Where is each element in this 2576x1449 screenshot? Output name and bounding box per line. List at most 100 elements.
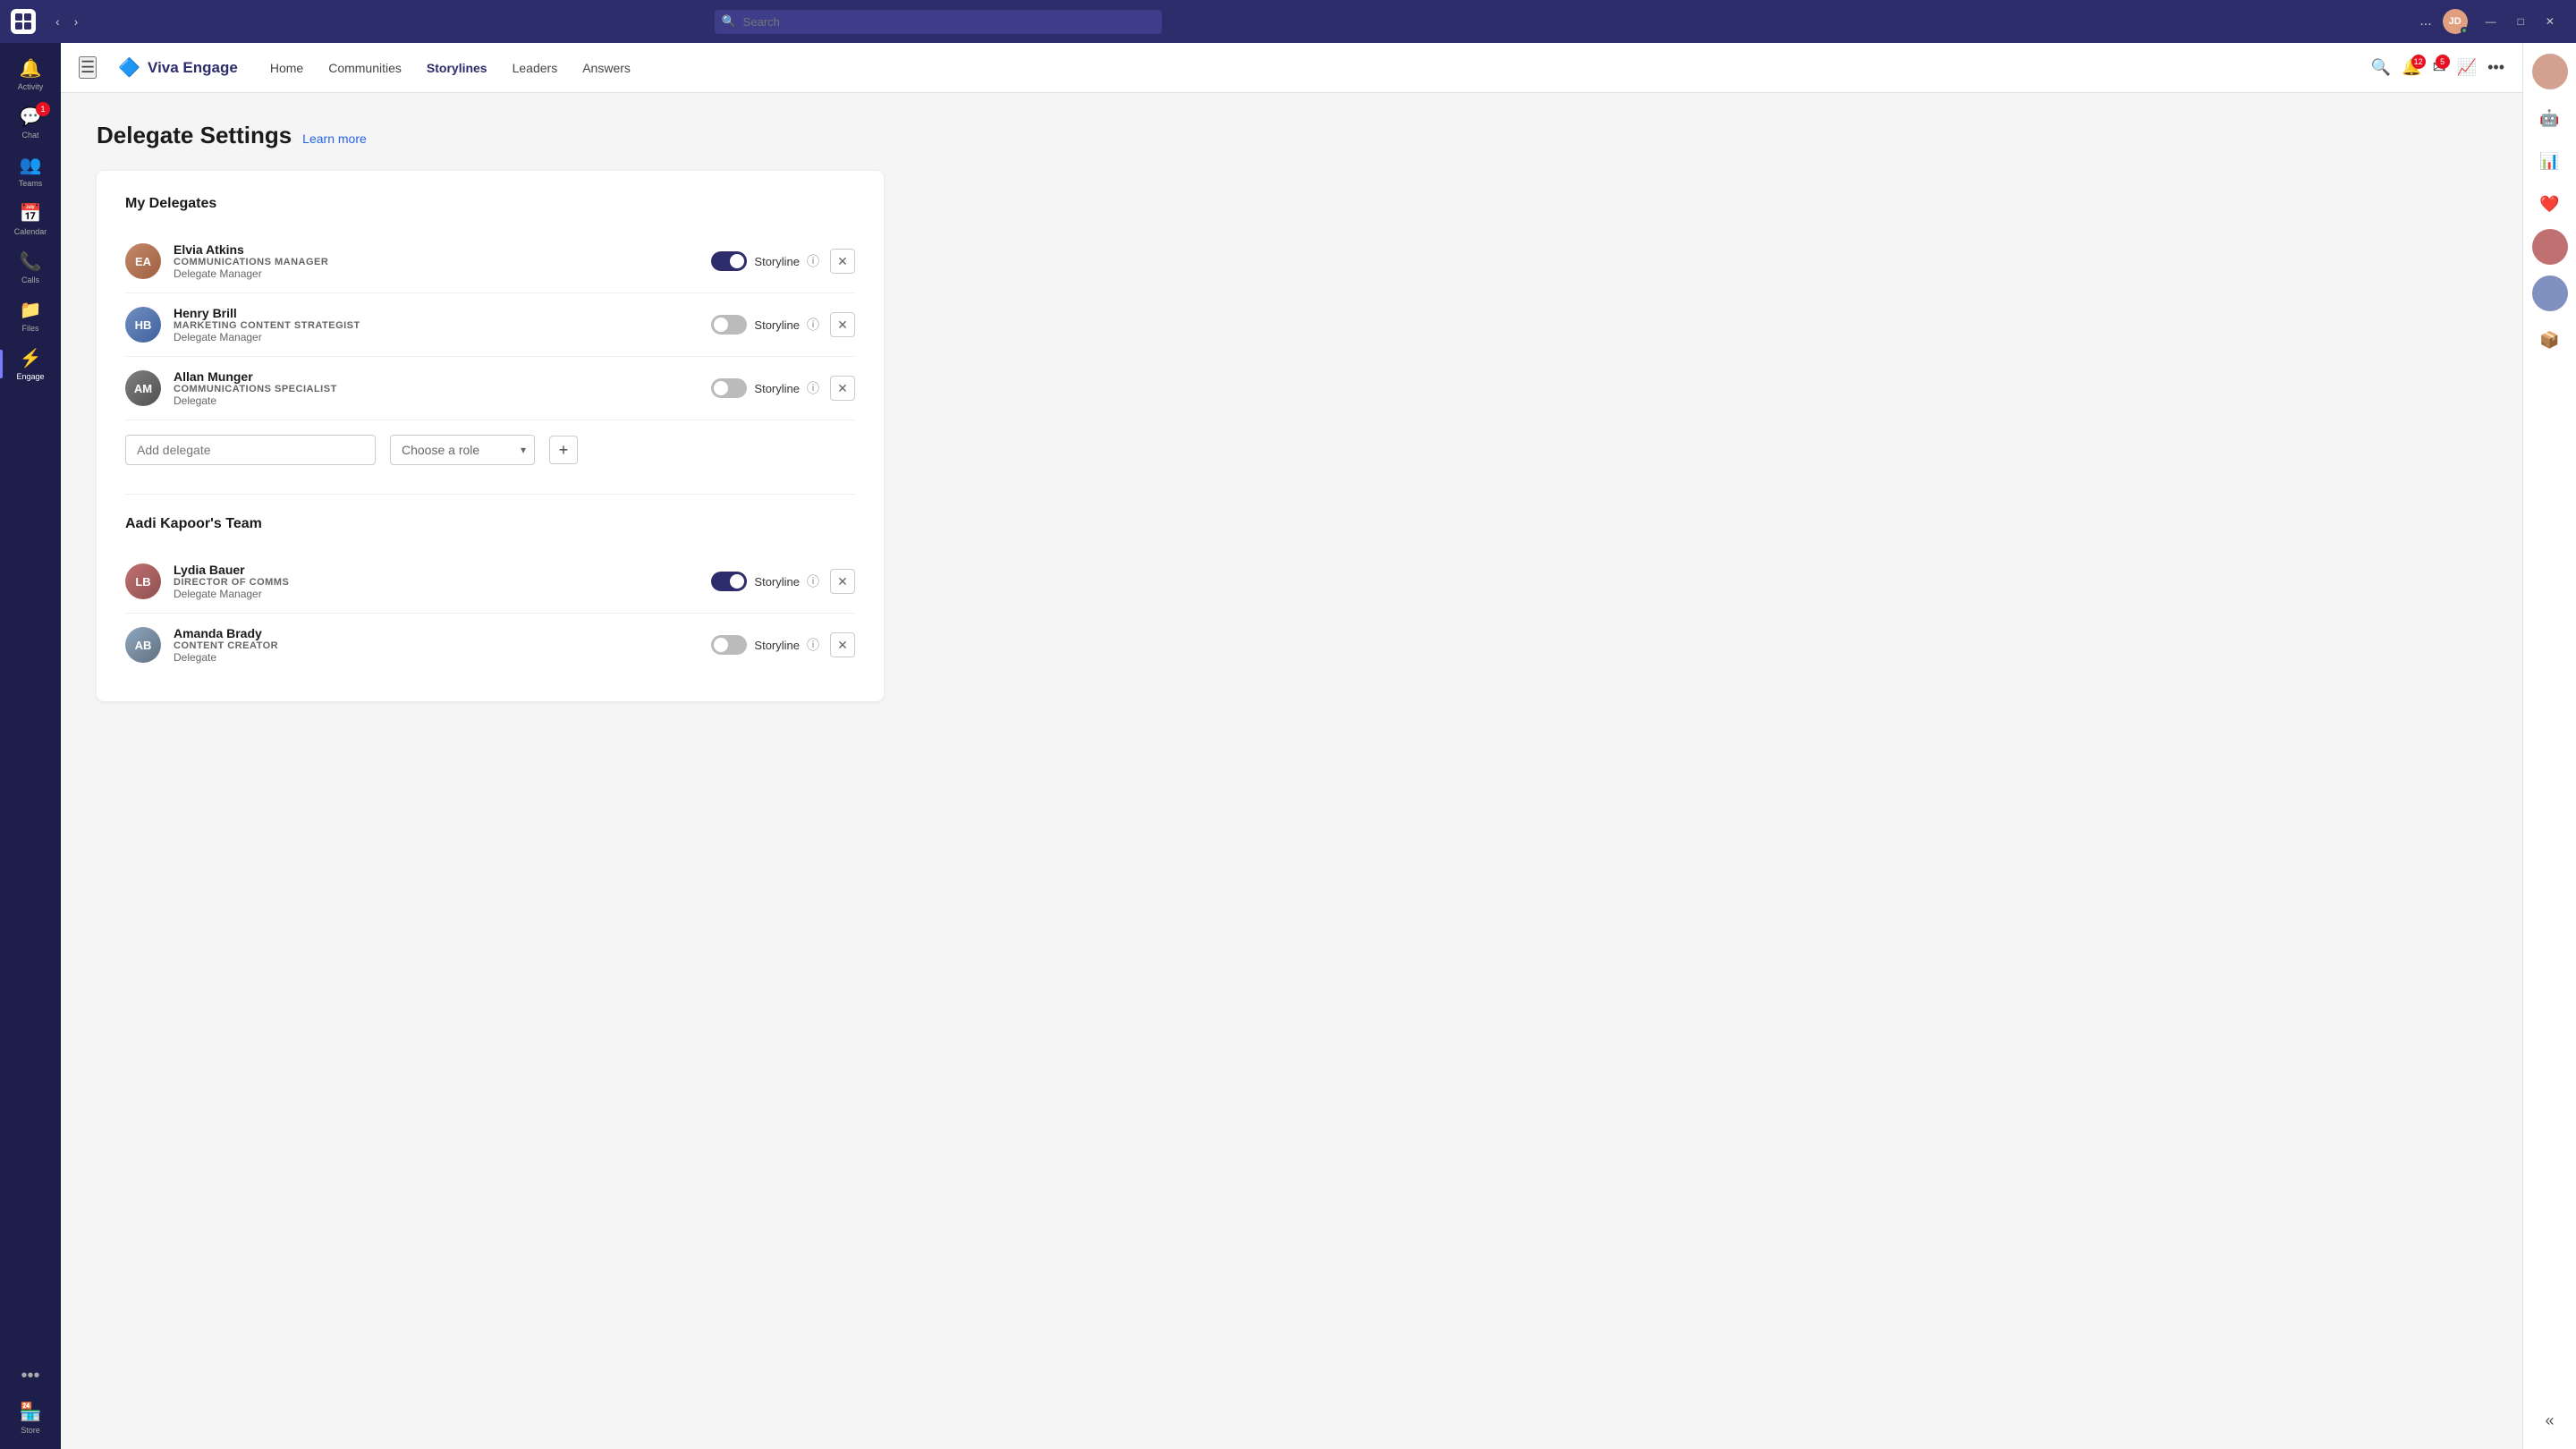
main-layout: 🔔 Activity 💬 Chat 1 👥 Teams 📅 Calendar 📞… [0,43,2576,1449]
delegate-job-title: MARKETING CONTENT STRATEGIST [174,320,711,331]
sidebar-item-calendar[interactable]: 📅 Calendar [0,195,61,243]
minimize-button[interactable]: — [2475,0,2507,43]
sidebar-item-store[interactable]: 🏪 Store [0,1394,61,1442]
header-more-button[interactable]: ••• [2487,58,2504,77]
teams-icon: 👥 [20,154,42,176]
remove-button[interactable]: ✕ [830,249,855,274]
toggle-wrapper: Storyline ⓘ [711,572,819,591]
avatar: HB [125,307,161,343]
hamburger-button[interactable]: ☰ [79,56,97,79]
sidebar-item-more[interactable]: ••• [0,1359,61,1394]
delegate-row: LB Lydia Bauer DIRECTOR OF COMMS Delegat… [125,550,855,614]
page-title: Delegate Settings [97,122,292,149]
storyline-toggle[interactable] [711,315,747,335]
right-panel-chart[interactable]: 📊 [2532,143,2568,179]
right-panel-person2-avatar[interactable] [2532,275,2568,311]
team-section-title: Aadi Kapoor's Team [125,516,855,532]
delegate-name: Lydia Bauer [174,563,711,577]
choose-role-select[interactable]: Choose a role Delegate Delegate Manager [390,435,535,465]
nav-communities[interactable]: Communities [318,55,412,80]
delegate-row: HB Henry Brill MARKETING CONTENT STRATEG… [125,293,855,357]
remove-button[interactable]: ✕ [830,312,855,337]
sidebar-item-files[interactable]: 📁 Files [0,292,61,340]
messages-button[interactable]: ✉ 5 [2433,58,2446,77]
maximize-button[interactable]: □ [2507,0,2535,43]
info-icon[interactable]: ⓘ [807,316,819,334]
nav-storylines[interactable]: Storylines [416,55,498,80]
right-panel-user-avatar[interactable] [2532,54,2568,89]
delegate-settings-card: My Delegates EA Elvia Atkins COMMUNICATI… [97,171,884,701]
choose-role-wrapper: Choose a role Delegate Delegate Manager … [390,435,535,465]
sidebar-label-chat: Chat [21,131,38,140]
storyline-toggle[interactable] [711,572,747,591]
remove-button[interactable]: ✕ [830,632,855,657]
add-delegate-button[interactable]: + [549,436,578,464]
notifications-button[interactable]: 🔔 12 [2402,58,2421,77]
close-button[interactable]: ✕ [2535,0,2565,43]
app-nav: Home Communities Storylines Leaders Answ… [259,55,641,80]
app-name: Viva Engage [148,59,238,77]
delegate-name: Amanda Brady [174,626,711,640]
header-actions: 🔍 🔔 12 ✉ 5 📈 ••• [2371,58,2504,77]
remove-button[interactable]: ✕ [830,376,855,401]
add-delegate-input[interactable] [125,435,376,465]
delegate-actions: Storyline ⓘ ✕ [711,312,855,337]
store-icon: 🏪 [20,1401,42,1423]
sidebar-item-chat[interactable]: 💬 Chat 1 [0,98,61,147]
nav-answers[interactable]: Answers [572,55,641,80]
app-logo: 🔷 Viva Engage [118,56,238,79]
back-button[interactable]: ‹ [50,11,65,32]
sidebar-label-calls: Calls [21,275,39,284]
info-icon[interactable]: ⓘ [807,636,819,654]
nav-home[interactable]: Home [259,55,314,80]
left-sidebar: 🔔 Activity 💬 Chat 1 👥 Teams 📅 Calendar 📞… [0,43,61,1449]
app-icon [11,9,36,34]
sidebar-label-engage: Engage [16,372,44,381]
notifications-badge: 12 [2411,55,2426,69]
right-panel-heart[interactable]: ❤️ [2532,186,2568,222]
page-title-row: Delegate Settings Learn more [97,122,2487,149]
my-delegates-title: My Delegates [125,196,855,212]
more-icon: ••• [21,1366,39,1386]
content-area: ☰ 🔷 Viva Engage Home Communities Storyli… [61,43,2576,1449]
sidebar-item-calls[interactable]: 📞 Calls [0,243,61,292]
delegate-row: EA Elvia Atkins COMMUNICATIONS MANAGER D… [125,230,855,293]
app-header: ☰ 🔷 Viva Engage Home Communities Storyli… [61,43,2522,93]
delegate-job-title: CONTENT CREATOR [174,640,711,651]
storyline-toggle[interactable] [711,251,747,271]
remove-button[interactable]: ✕ [830,569,855,594]
storyline-toggle[interactable] [711,378,747,398]
section-divider [125,494,855,495]
toggle-thumb [714,318,728,332]
info-icon[interactable]: ⓘ [807,572,819,590]
right-panel: 🤖 📊 ❤️ 📦 « [2522,43,2576,1449]
sidebar-item-teams[interactable]: 👥 Teams [0,147,61,195]
right-panel-copilot[interactable]: 🤖 [2532,100,2568,136]
storyline-toggle[interactable] [711,635,747,655]
nav-leaders[interactable]: Leaders [502,55,569,80]
search-button[interactable]: 🔍 [2371,58,2391,77]
search-input[interactable] [715,10,1162,34]
sidebar-label-store: Store [21,1426,40,1435]
delegate-row: AM Allan Munger COMMUNICATIONS SPECIALIS… [125,357,855,420]
right-panel-person1-avatar[interactable] [2532,229,2568,265]
activity-icon: 🔔 [20,57,42,80]
delegate-actions: Storyline ⓘ ✕ [711,569,855,594]
viva-engage-logo-icon: 🔷 [118,56,140,79]
learn-more-link[interactable]: Learn more [302,131,367,146]
analytics-button[interactable]: 📈 [2457,58,2477,77]
forward-button[interactable]: › [69,11,84,32]
toggle-wrapper: Storyline ⓘ [711,635,819,655]
right-panel-box[interactable]: 📦 [2532,322,2568,358]
info-icon[interactable]: ⓘ [807,252,819,270]
add-delegate-row: Choose a role Delegate Delegate Manager … [125,420,855,469]
chat-badge: 1 [36,102,50,116]
delegate-info: Amanda Brady CONTENT CREATOR Delegate [174,626,711,664]
more-options-button[interactable]: ... [2416,10,2435,33]
user-avatar[interactable]: JD [2443,9,2468,34]
collapse-panel-button[interactable]: « [2532,1402,2568,1438]
sidebar-item-engage[interactable]: ⚡ Engage [0,340,61,388]
delegate-name: Allan Munger [174,369,711,384]
info-icon[interactable]: ⓘ [807,379,819,397]
sidebar-item-activity[interactable]: 🔔 Activity [0,50,61,98]
